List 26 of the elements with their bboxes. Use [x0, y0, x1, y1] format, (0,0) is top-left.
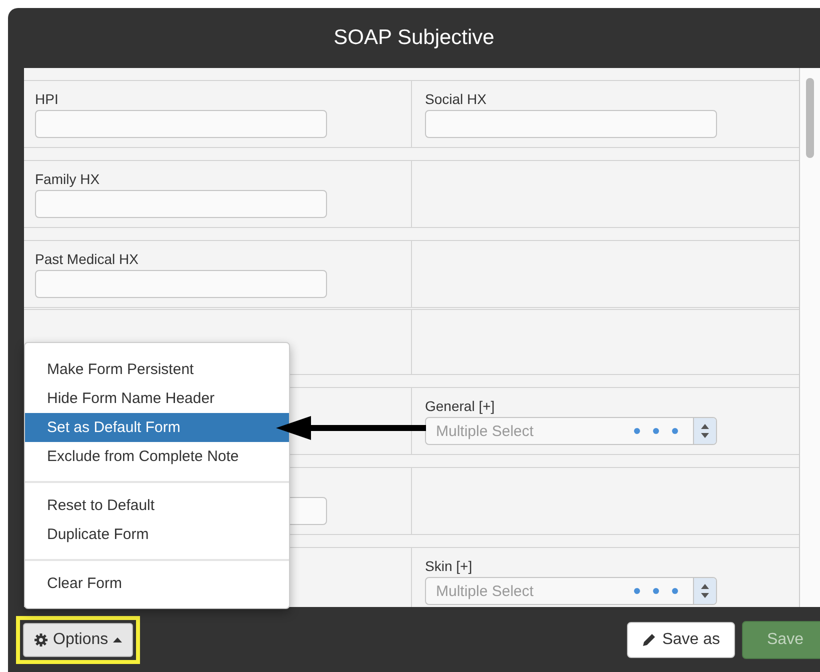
pencil-icon — [642, 632, 656, 646]
field-label: General [+] — [425, 397, 495, 415]
up-down-icon — [700, 423, 710, 439]
menu-item[interactable]: Make Form Persistent — [25, 355, 289, 384]
gear-icon — [34, 632, 48, 646]
menu-item[interactable]: Reset to Default — [25, 491, 289, 520]
up-down-icon — [700, 583, 710, 599]
text-field[interactable] — [35, 270, 327, 298]
window-title: SOAP Subjective — [334, 26, 494, 50]
caret-icon — [113, 636, 122, 642]
save-as-button[interactable]: Save as — [627, 622, 735, 658]
menu-item[interactable]: Clear Form — [25, 569, 289, 598]
menu-item[interactable]: Hide Form Name Header — [25, 384, 289, 413]
menu-item[interactable]: Exclude from Complete Note — [25, 442, 289, 471]
text-field[interactable] — [35, 190, 327, 218]
menu-item[interactable]: Duplicate Form — [25, 520, 289, 549]
text-field[interactable] — [35, 110, 327, 138]
options-button[interactable]: Options — [23, 622, 134, 656]
field-label: Social HX — [425, 90, 486, 108]
scrollbar-thumb[interactable] — [806, 78, 814, 158]
menu-item[interactable]: Set as Default Form — [25, 413, 289, 442]
field-label: Skin [+] — [425, 557, 472, 575]
field-label: Past Medical HX — [35, 250, 138, 268]
text-field[interactable] — [425, 110, 717, 138]
field-label: Family HX — [35, 170, 100, 188]
field-label: HPI — [35, 90, 58, 108]
